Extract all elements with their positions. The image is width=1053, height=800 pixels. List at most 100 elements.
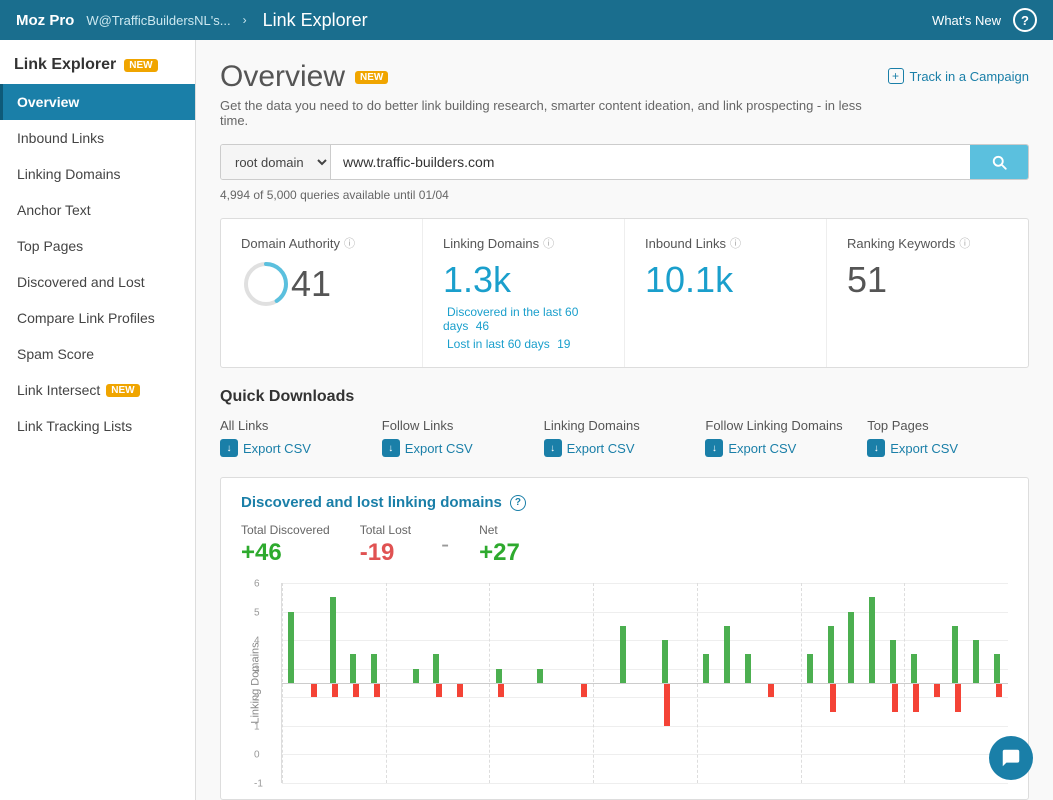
all-links-label: All Links [220,418,382,433]
track-campaign-label: Track in a Campaign [910,69,1029,84]
sidebar-link-discovered-lost[interactable]: Discovered and Lost [0,264,195,300]
rk-info-icon[interactable]: ⓘ [959,235,970,251]
da-info-icon[interactable]: ⓘ [344,235,355,251]
download-icon-5: ↓ [867,439,885,457]
sidebar-item-top-pages[interactable]: Top Pages [0,228,195,264]
download-icon: ↓ [220,439,238,457]
il-info-icon[interactable]: ⓘ [730,235,741,251]
zero-line [282,683,1008,684]
sidebar-item-compare-link-profiles[interactable]: Compare Link Profiles [0,300,195,336]
sidebar-nav: Overview Inbound Links Linking Domains A… [0,84,195,444]
quick-downloads-section: Quick Downloads All Links ↓ Export CSV F… [220,388,1029,457]
sidebar-link-spam-score[interactable]: Spam Score [0,336,195,372]
chart-inner: 6543210-1 [281,583,1008,783]
sidebar-link-inbound-links[interactable]: Inbound Links [0,120,195,156]
overview-title-area: Overview NEW Get the data you need to do… [220,60,870,128]
sidebar-item-discovered-lost[interactable]: Discovered and Lost [0,264,195,300]
top-pages-dl-label: Top Pages [867,418,1029,433]
follow-ld-export[interactable]: ↓ Export CSV [705,439,867,457]
sidebar-link-anchor-text[interactable]: Anchor Text [0,192,195,228]
account-label[interactable]: W@TrafficBuildersNL's... [86,13,230,28]
ld-lost: Lost in last 60 days 19 [443,337,604,351]
sidebar-item-link-tracking[interactable]: Link Tracking Lists [0,408,195,444]
all-links-export[interactable]: ↓ Export CSV [220,439,382,457]
link-intersect-badge: NEW [106,384,139,397]
stat-ranking-keywords: Ranking Keywords ⓘ 51 [827,219,1028,367]
download-follow-linking-domains: Follow Linking Domains ↓ Export CSV [705,418,867,457]
sidebar-link-intersect[interactable]: Link Intersect NEW [0,372,195,408]
total-lost-value: -19 [360,539,411,567]
all-links-export-label: Export CSV [243,441,311,456]
ld-lost-value: 19 [557,337,570,351]
sidebar-link-linking-domains[interactable]: Linking Domains [0,156,195,192]
chat-icon [1000,747,1022,769]
whats-new-link[interactable]: What's New [932,13,1001,28]
domain-type-select[interactable]: root domain subdomain exact page [221,145,331,179]
stats-row: Domain Authority ⓘ 41 Linking Domains [220,218,1029,368]
download-all-links: All Links ↓ Export CSV [220,418,382,457]
net-value-item: Net +27 [479,523,520,567]
ld-value: 1.3k [443,259,604,301]
overview-new-badge: NEW [355,71,388,84]
total-lost-label: Total Lost [360,523,411,537]
discovered-title-text: Discovered and lost linking domains [241,494,502,511]
download-icon-2: ↓ [382,439,400,457]
total-discovered: Total Discovered +46 [241,523,330,567]
total-lost: Total Lost -19 [360,523,411,567]
net-value: +27 [479,539,520,567]
page-title: Link Explorer [263,10,368,31]
totals-row: Total Discovered +46 Total Lost -19 - Ne… [241,523,1008,567]
sidebar-link-compare[interactable]: Compare Link Profiles [0,300,195,336]
linking-domains-dl-label: Linking Domains [544,418,706,433]
download-icon-3: ↓ [544,439,562,457]
search-input[interactable] [331,145,970,179]
bar-chart: Linking Domains 6543210-1 [241,583,1008,783]
rk-label: Ranking Keywords ⓘ [847,235,1008,251]
sidebar-item-inbound-links[interactable]: Inbound Links [0,120,195,156]
follow-ld-export-label: Export CSV [728,441,796,456]
main-content: Overview NEW Get the data you need to do… [196,40,1053,800]
brand-logo: Moz Pro [16,12,74,29]
follow-links-label: Follow Links [382,418,544,433]
linking-domains-export[interactable]: ↓ Export CSV [544,439,706,457]
download-icon-4: ↓ [705,439,723,457]
da-number: 41 [291,263,331,305]
search-icon [990,153,1008,171]
sidebar-title: Link Explorer [14,56,116,74]
sidebar-item-linking-domains[interactable]: Linking Domains [0,156,195,192]
overview-heading: Overview [220,60,345,94]
search-button[interactable] [970,145,1028,179]
da-circle-chart [241,259,291,309]
stat-inbound-links: Inbound Links ⓘ 10.1k [625,219,827,367]
ld-info-icon[interactable]: ⓘ [543,235,554,251]
discovered-title: Discovered and lost linking domains ? [241,494,1008,511]
track-campaign-button[interactable]: + Track in a Campaign [888,68,1029,84]
il-label: Inbound Links ⓘ [645,235,806,251]
sidebar-link-overview[interactable]: Overview [0,84,195,120]
il-value: 10.1k [645,259,806,301]
ld-sub: Discovered in the last 60 days 46 [443,305,604,333]
download-top-pages: Top Pages ↓ Export CSV [867,418,1029,457]
sidebar-item-anchor-text[interactable]: Anchor Text [0,192,195,228]
sidebar-link-tracking[interactable]: Link Tracking Lists [0,408,195,444]
search-bar: root domain subdomain exact page [220,144,1029,180]
follow-links-export[interactable]: ↓ Export CSV [382,439,544,457]
sidebar-item-spam-score[interactable]: Spam Score [0,336,195,372]
sidebar-item-link-intersect[interactable]: Link Intersect NEW [0,372,195,408]
nav-item-inner: Link Intersect NEW [17,382,181,398]
discovered-help-icon[interactable]: ? [510,495,526,511]
overview-title-row: Overview NEW [220,60,870,94]
net-label: Net [479,523,520,537]
top-pages-export[interactable]: ↓ Export CSV [867,439,1029,457]
total-discovered-label: Total Discovered [241,523,330,537]
ld-label: Linking Domains ⓘ [443,235,604,251]
stat-linking-domains: Linking Domains ⓘ 1.3k Discovered in the… [423,219,625,367]
help-icon[interactable]: ? [1013,8,1037,32]
overview-header: Overview NEW Get the data you need to do… [220,60,1029,128]
sidebar-new-badge: NEW [124,59,157,72]
sidebar-item-overview[interactable]: Overview [0,84,195,120]
downloads-row: All Links ↓ Export CSV Follow Links ↓ Ex… [220,418,1029,457]
follow-links-export-label: Export CSV [405,441,473,456]
chat-bubble[interactable] [989,736,1033,780]
sidebar-link-top-pages[interactable]: Top Pages [0,228,195,264]
